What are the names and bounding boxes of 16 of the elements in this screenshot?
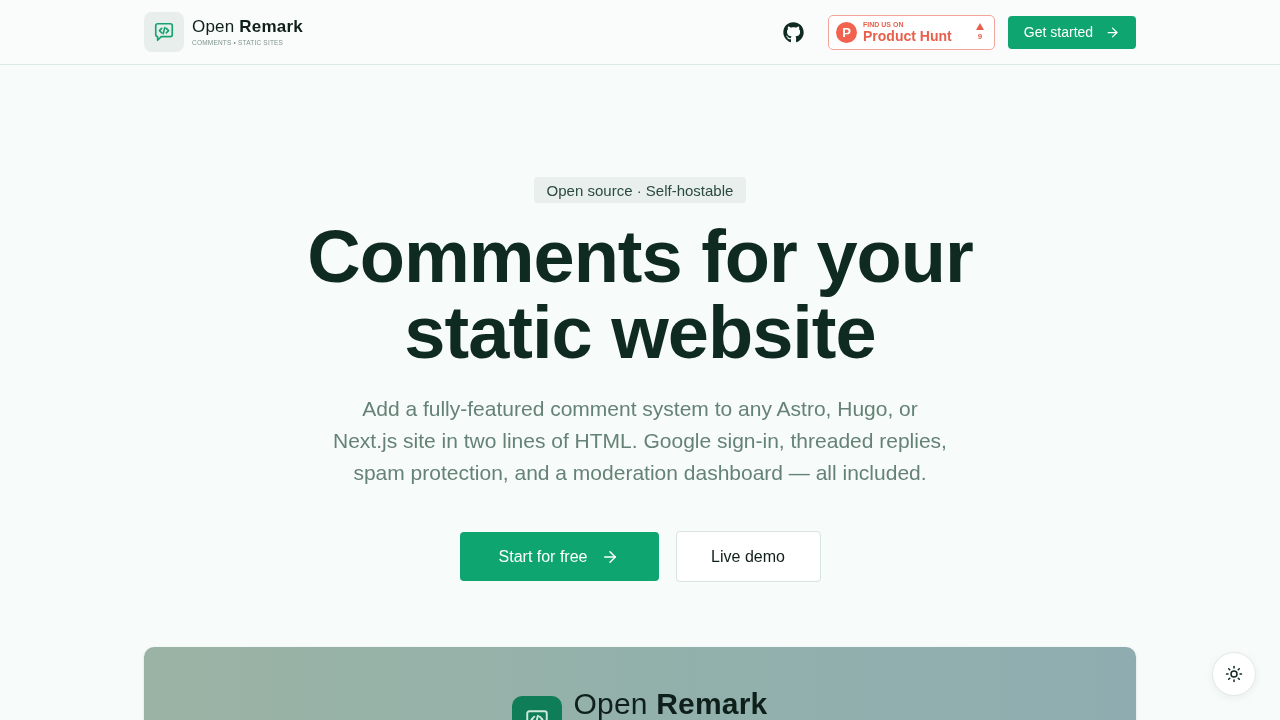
product-hunt-logo: P [836, 21, 857, 43]
theme-toggle-button[interactable] [1212, 652, 1256, 696]
demo-button[interactable]: Live demo [675, 531, 821, 582]
brand-name: Open Remark [192, 17, 303, 37]
sun-icon [1225, 665, 1243, 683]
start-button[interactable]: Start for free [459, 532, 659, 581]
badge-title: Product Hunt [863, 28, 953, 44]
github-icon[interactable] [782, 21, 804, 43]
vote-count: 9 [977, 33, 983, 41]
upvote-triangle-icon [976, 23, 984, 30]
hero-heading: Comments for your static website [306, 219, 974, 371]
brand-name: Open Remark [573, 689, 768, 719]
code-bubble-icon [144, 12, 184, 52]
get-started-button[interactable]: Get started [1008, 15, 1136, 49]
feature-tag: Open source · Self-hostable [533, 177, 747, 203]
hero-description: Add a fully-featured comment system to any Astro, Hugo, or Next.js site in two lines of HTML. Google sign-in, threaded replies, spam protection, and a moderation dashboard — all included. [332, 396, 948, 486]
